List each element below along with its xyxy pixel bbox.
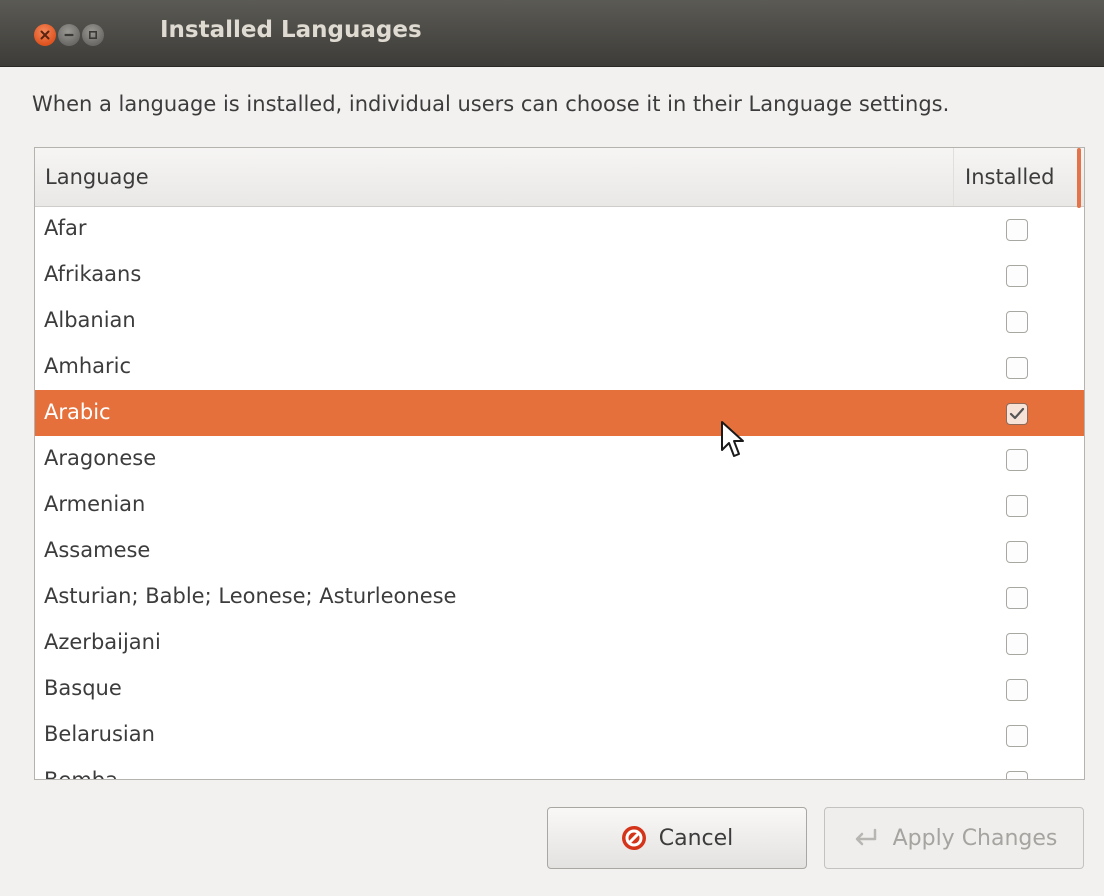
table-row[interactable]: Azerbaijani [35,620,1084,666]
installed-checkbox[interactable] [1006,679,1028,701]
column-separator [953,148,954,206]
cancel-button-label: Cancel [658,825,734,851]
language-name: Armenian [44,492,146,516]
apply-changes-button-label: Apply Changes [892,825,1058,851]
installed-checkbox[interactable] [1006,771,1028,779]
language-name: Albanian [44,308,136,332]
installed-checkbox[interactable] [1006,219,1028,241]
table-row[interactable]: Afrikaans [35,252,1084,298]
minimize-icon [64,30,74,40]
installed-checkbox[interactable] [1006,357,1028,379]
installed-checkbox[interactable] [1006,633,1028,655]
table-row[interactable]: Arabic [35,390,1084,436]
column-header-language[interactable]: Language [45,165,149,189]
table-row[interactable]: Amharic [35,344,1084,390]
table-row[interactable]: Aragonese [35,436,1084,482]
checkmark-icon [1009,407,1025,420]
description-text: When a language is installed, individual… [32,92,950,116]
close-icon [40,30,50,40]
cancel-icon [621,825,647,851]
scrollbar-indicator[interactable] [1077,148,1081,208]
table-row[interactable]: Armenian [35,482,1084,528]
language-name: Aragonese [44,446,157,470]
title-bar: Installed Languages [0,0,1104,67]
language-name: Basque [44,676,122,700]
language-name: Amharic [44,354,132,378]
installed-checkbox[interactable] [1006,587,1028,609]
table-row[interactable]: Asturian; Bable; Leonese; Asturleonese [35,574,1084,620]
language-name: Azerbaijani [44,630,161,654]
installed-checkbox[interactable] [1006,725,1028,747]
language-name: Assamese [44,538,151,562]
language-name: Asturian; Bable; Leonese; Asturleonese [44,584,457,608]
list-rows: Afar Afrikaans Albanian Amharic Arabic Aragon… [35,206,1084,780]
language-name: Afrikaans [44,262,142,286]
table-row[interactable]: Assamese [35,528,1084,574]
installed-checkbox[interactable] [1006,311,1028,333]
table-row[interactable]: Albanian [35,298,1084,344]
language-list[interactable]: Language Installed Afar Afrikaans Albanian… [34,147,1085,780]
language-name: Afar [44,216,87,240]
cancel-button[interactable]: Cancel [547,807,807,869]
language-name: Bemba [44,768,118,780]
installed-checkbox[interactable] [1006,449,1028,471]
table-row[interactable]: Bemba [35,758,1084,780]
column-header-installed[interactable]: Installed [965,165,1054,189]
maximize-window-button[interactable] [82,24,104,46]
installed-checkbox[interactable] [1006,265,1028,287]
minimize-window-button[interactable] [58,24,80,46]
table-row[interactable]: Basque [35,666,1084,712]
table-row[interactable]: Belarusian [35,712,1084,758]
installed-checkbox[interactable] [1006,495,1028,517]
mouse-cursor-icon [720,420,746,464]
close-window-button[interactable] [34,24,56,46]
list-header: Language Installed [35,148,1084,207]
installed-checkbox[interactable] [1006,541,1028,563]
installed-checkbox[interactable] [1006,403,1028,425]
apply-changes-button[interactable]: Apply Changes [824,807,1084,869]
language-name: Arabic [44,400,111,424]
maximize-icon [88,30,98,40]
language-name: Belarusian [44,722,155,746]
window-title: Installed Languages [160,17,422,43]
table-row[interactable]: Afar [35,206,1084,252]
return-arrow-icon [851,827,881,849]
